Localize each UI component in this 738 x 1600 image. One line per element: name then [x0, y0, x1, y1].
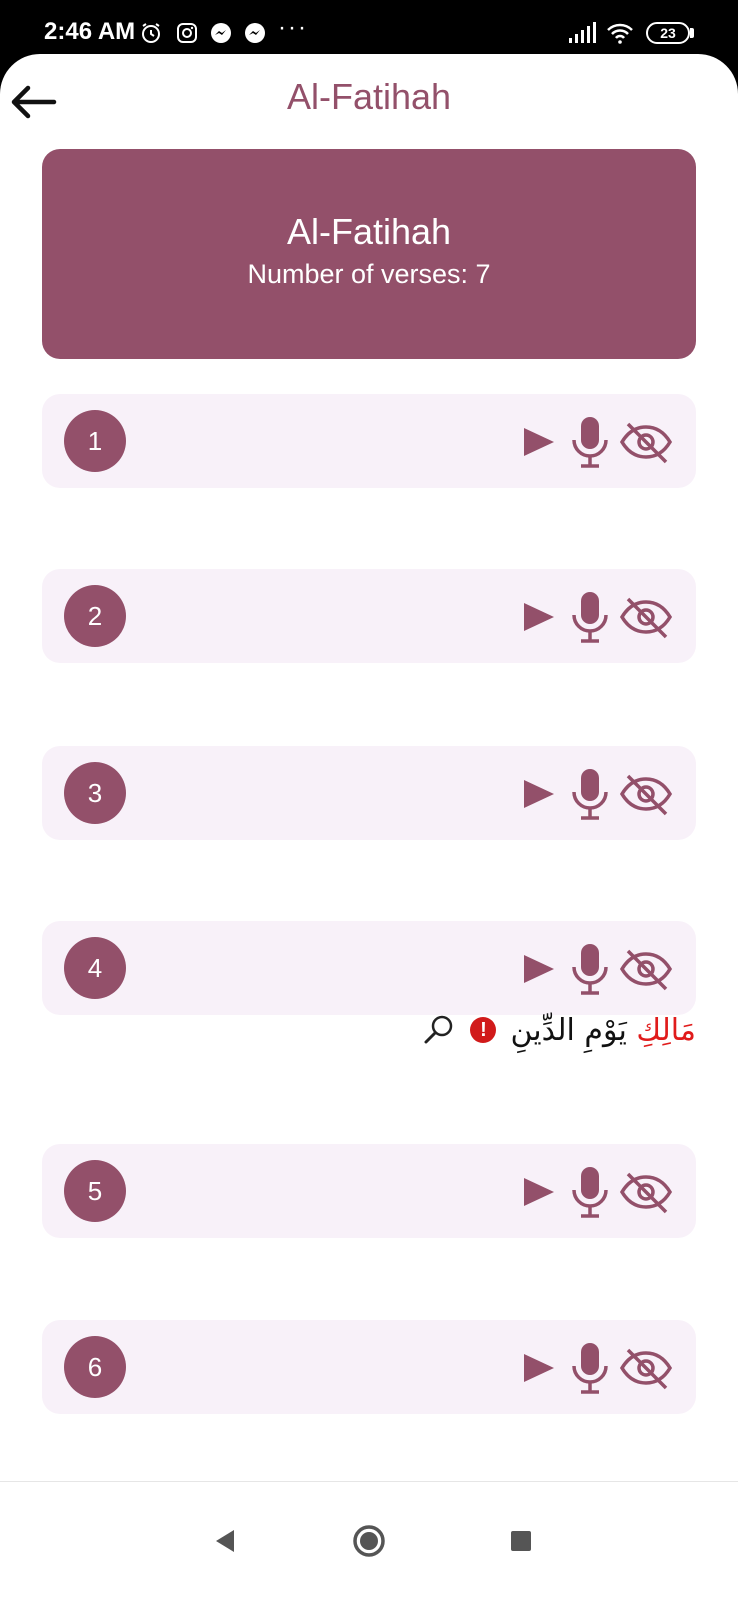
wifi-icon: [607, 23, 633, 44]
play-button[interactable]: [518, 1340, 558, 1396]
toggle-visibility-button[interactable]: [618, 589, 674, 645]
verse-number: 2: [64, 585, 126, 647]
microphone-icon: [572, 1343, 608, 1394]
record-button[interactable]: [568, 1340, 612, 1396]
messenger-icon: [245, 23, 265, 43]
microphone-icon: [572, 417, 608, 468]
system-recents-button[interactable]: [496, 1516, 546, 1566]
status-time: 2:46 AM: [44, 18, 136, 45]
record-button[interactable]: [568, 766, 612, 822]
microphone-icon: [572, 944, 608, 995]
magnifier-icon: [424, 1015, 453, 1044]
play-icon: [524, 1178, 554, 1206]
app-screen: Al-Fatihah Al-Fatihah Number of verses: …: [0, 54, 738, 1600]
verse-row: 2: [42, 569, 696, 663]
eye-off-icon: [619, 949, 673, 991]
eye-off-icon: [619, 422, 673, 464]
error-badge: !: [470, 1017, 497, 1043]
status-bar: 2:46 AM ··· 23: [0, 0, 738, 60]
verse-number: 5: [64, 1160, 126, 1222]
messenger-icon: [211, 23, 231, 43]
play-icon: [524, 428, 554, 456]
toggle-visibility-button[interactable]: [618, 1164, 674, 1220]
microphone-icon: [572, 592, 608, 643]
system-home-button[interactable]: [344, 1516, 394, 1566]
play-icon: [524, 1354, 554, 1382]
zoom-button[interactable]: [422, 1013, 456, 1047]
play-button[interactable]: [518, 414, 558, 470]
record-button[interactable]: [568, 941, 612, 997]
page-title: Al-Fatihah: [286, 76, 452, 117]
eye-off-icon: [619, 1172, 673, 1214]
toggle-visibility-button[interactable]: [618, 1340, 674, 1396]
toggle-visibility-button[interactable]: [618, 941, 674, 997]
play-icon: [524, 780, 554, 808]
home-circle-icon: [353, 1525, 385, 1557]
eye-off-icon: [619, 774, 673, 816]
mistaken-word: مَالِكِ: [636, 1012, 696, 1048]
status-overflow: ···: [278, 14, 308, 41]
signal-icon: [569, 22, 596, 43]
microphone-icon: [572, 769, 608, 820]
verse-arabic-text: مَالِكِ يَوْمِ الدِّينِ: [510, 1013, 696, 1048]
record-button[interactable]: [568, 1164, 612, 1220]
verse-text-rest: يَوْمِ الدِّينِ: [510, 1012, 627, 1048]
record-button[interactable]: [568, 589, 612, 645]
battery-tip: [690, 28, 694, 38]
surah-name: Al-Fatihah: [286, 211, 452, 252]
system-nav-bar: [0, 1481, 738, 1600]
play-icon: [524, 955, 554, 983]
back-triangle-icon: [216, 1530, 234, 1552]
play-icon: [524, 603, 554, 631]
verse-row: 6: [42, 1320, 696, 1414]
eye-off-icon: [619, 597, 673, 639]
recitation-feedback: ! مَالِكِ يَوْمِ الدِّينِ: [422, 1000, 696, 1060]
verse-row: 1: [42, 394, 696, 488]
alarm-icon: [142, 23, 160, 43]
toggle-visibility-button[interactable]: [618, 414, 674, 470]
verse-count: Number of verses: 7: [247, 259, 491, 289]
play-button[interactable]: [518, 766, 558, 822]
eye-off-icon: [619, 1348, 673, 1390]
play-button[interactable]: [518, 941, 558, 997]
verse-number: 4: [64, 937, 126, 999]
battery-icon: 23: [646, 22, 690, 44]
verse-number: 3: [64, 762, 126, 824]
verse-row: 3: [42, 746, 696, 840]
microphone-icon: [572, 1167, 608, 1218]
instagram-icon: [177, 23, 197, 43]
verse-number: 1: [64, 410, 126, 472]
verse-row: 5: [42, 1144, 696, 1238]
system-back-button[interactable]: [200, 1516, 250, 1566]
record-button[interactable]: [568, 414, 612, 470]
toggle-visibility-button[interactable]: [618, 766, 674, 822]
play-button[interactable]: [518, 589, 558, 645]
recents-square-icon: [511, 1531, 531, 1551]
surah-card: Al-Fatihah Number of verses: 7: [42, 149, 696, 359]
verse-number: 6: [64, 1336, 126, 1398]
play-button[interactable]: [518, 1164, 558, 1220]
